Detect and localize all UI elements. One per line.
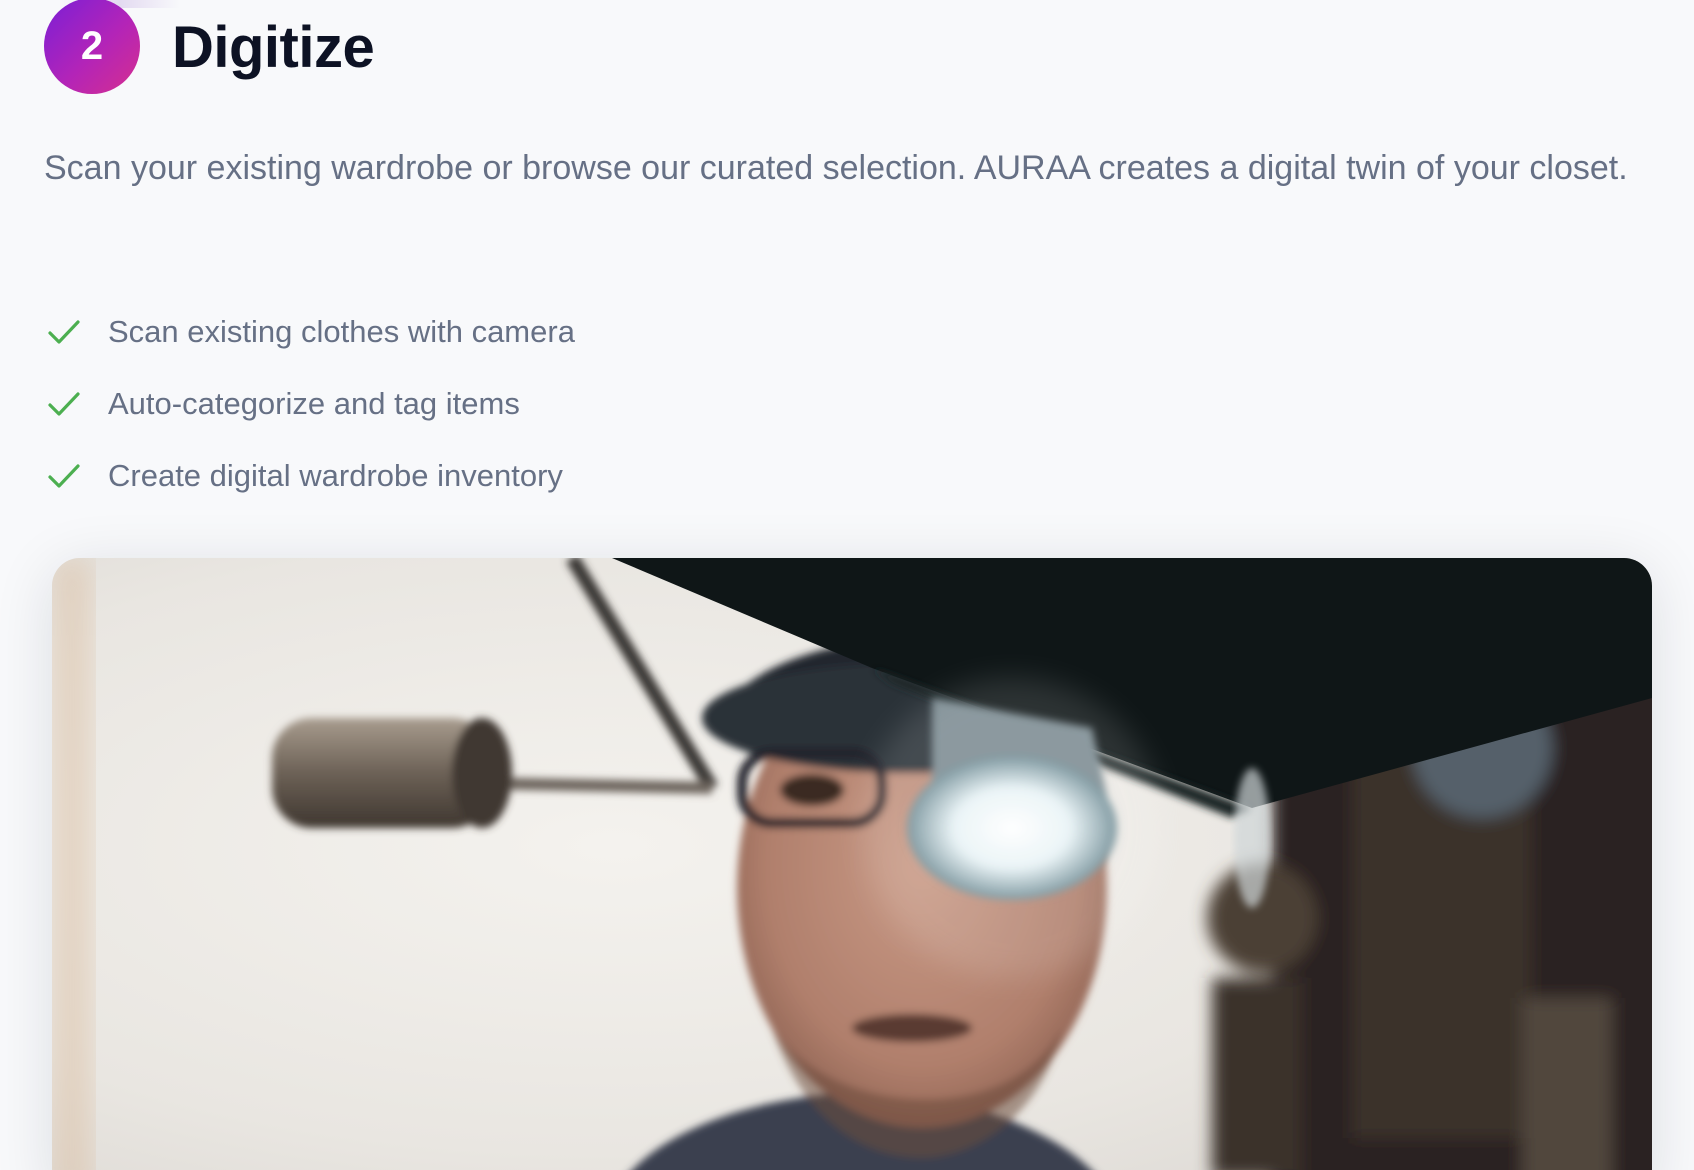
check-icon: [44, 312, 84, 352]
scanning-scene-image: [52, 558, 1652, 1170]
check-icon: [44, 384, 84, 424]
feature-item: Create digital wardrobe inventory: [44, 440, 575, 512]
step-number-badge: 2: [44, 0, 140, 94]
step-section: 2 Digitize Scan your existing wardrobe o…: [0, 0, 1694, 1170]
feature-item: Scan existing clothes with camera: [44, 296, 575, 368]
digitize-video[interactable]: [52, 558, 1652, 1170]
feature-label: Auto-categorize and tag items: [108, 386, 520, 421]
feature-item: Auto-categorize and tag items: [44, 368, 575, 440]
step-header: 2 Digitize: [44, 0, 375, 100]
step-title: Digitize: [172, 14, 375, 80]
feature-label: Scan existing clothes with camera: [108, 314, 575, 349]
feature-list: Scan existing clothes with camera Auto-c…: [44, 296, 575, 512]
step-description: Scan your existing wardrobe or browse ou…: [44, 149, 1628, 187]
feature-label: Create digital wardrobe inventory: [108, 458, 563, 493]
check-icon: [44, 456, 84, 496]
